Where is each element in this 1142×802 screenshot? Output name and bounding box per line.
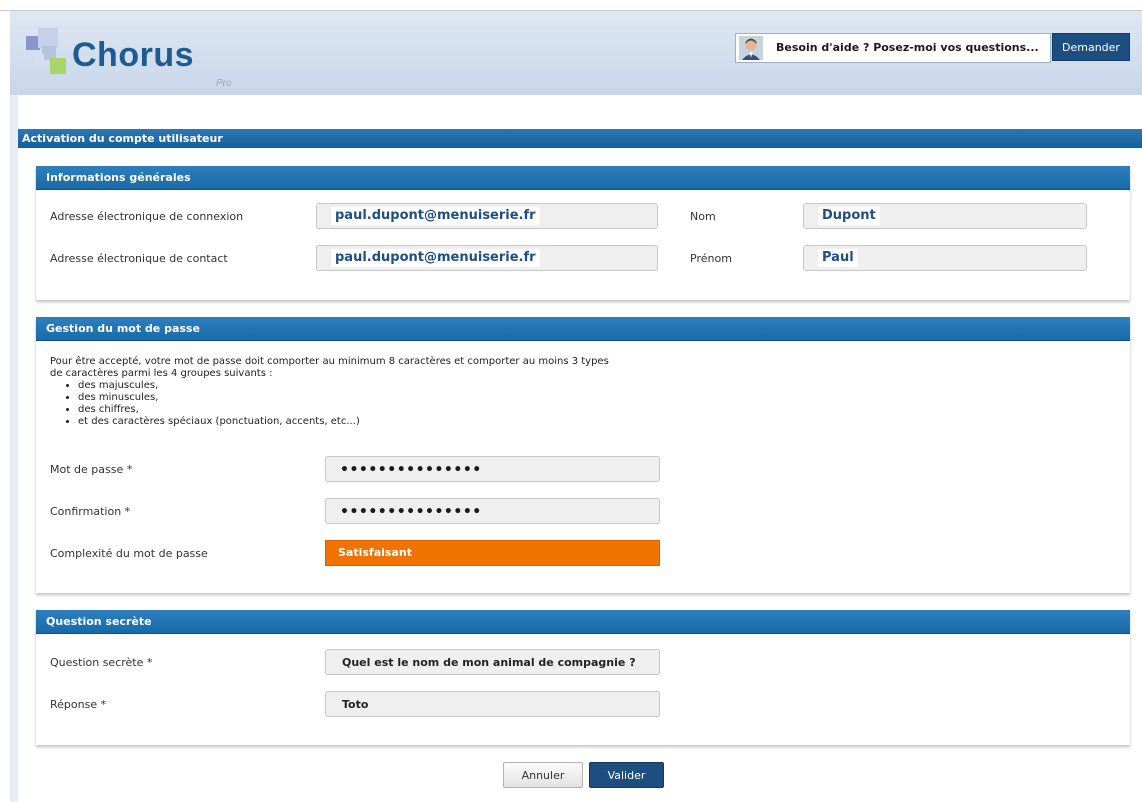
last-name-field[interactable]: Dupont	[803, 203, 1087, 229]
logo-subtitle: Pro	[216, 78, 232, 89]
ask-button[interactable]: Demander	[1052, 33, 1130, 61]
confirm-mask: •••••••••••••••	[340, 504, 482, 520]
secret-question-select[interactable]: Quel est le nom de mon animal de compagn…	[325, 649, 660, 675]
logo-squares-icon	[26, 28, 66, 74]
first-name-label: Prénom	[690, 252, 732, 265]
rule-item: des minuscules,	[78, 392, 610, 404]
confirm-label: Confirmation *	[50, 505, 130, 518]
confirm-password-input[interactable]: •••••••••••••••	[325, 498, 660, 524]
login-email-field[interactable]: paul.dupont@menuiserie.fr	[316, 203, 658, 229]
password-input[interactable]: •••••••••••••••	[325, 456, 660, 482]
chorus-logo[interactable]: Chorus Pro	[20, 24, 250, 94]
required-mark: *	[146, 656, 153, 669]
last-name-label: Nom	[690, 210, 716, 223]
left-margin	[10, 95, 18, 802]
first-name-field[interactable]: Paul	[803, 245, 1087, 271]
password-label-text: Mot de passe	[50, 463, 124, 476]
general-info-heading: Informations générales	[36, 166, 1130, 190]
required-mark: *	[100, 698, 107, 711]
required-mark: *	[124, 505, 131, 518]
general-info-panel: Informations générales Adresse électroni…	[36, 166, 1130, 300]
secret-question-heading: Question secrète	[36, 610, 1130, 634]
login-email-value: paul.dupont@menuiserie.fr	[331, 207, 540, 225]
contact-email-field[interactable]: paul.dupont@menuiserie.fr	[316, 245, 658, 271]
password-mask: •••••••••••••••	[340, 462, 482, 478]
password-heading: Gestion du mot de passe	[36, 317, 1130, 341]
answer-label: Réponse *	[50, 698, 106, 711]
logo-text: Chorus	[72, 36, 194, 74]
required-mark: *	[126, 463, 133, 476]
assistant-avatar	[739, 36, 763, 60]
rule-item: et des caractères spéciaux (ponctuation,…	[78, 416, 610, 428]
secret-question-label: Question secrète *	[50, 656, 152, 669]
rule-item: des chiffres,	[78, 404, 610, 416]
password-panel: Gestion du mot de passe Pour être accept…	[36, 317, 1130, 593]
secret-question-label-text: Question secrète	[50, 656, 144, 669]
last-name-value: Dupont	[818, 207, 880, 225]
app-header: Chorus Pro Besoin d'aide ? Posez-moi vos…	[10, 11, 1142, 95]
answer-input[interactable]: Toto	[325, 691, 660, 717]
password-complexity-indicator: Satisfaisant	[325, 540, 660, 566]
submit-button[interactable]: Valider	[589, 762, 664, 788]
password-label: Mot de passe *	[50, 463, 132, 476]
secret-question-panel: Question secrète Question secrète * Quel…	[36, 610, 1130, 745]
answer-value: Toto	[342, 698, 369, 711]
page-title: Activation du compte utilisateur	[18, 129, 1142, 148]
contact-email-value: paul.dupont@menuiserie.fr	[331, 249, 540, 267]
confirm-label-text: Confirmation	[50, 505, 122, 518]
cancel-button[interactable]: Annuler	[503, 762, 583, 788]
rule-item: des majuscules,	[78, 380, 610, 392]
help-prompt: Besoin d'aide ? Posez-moi vos questions.…	[776, 41, 1039, 54]
contact-email-label: Adresse électronique de contact	[50, 252, 228, 265]
answer-label-text: Réponse	[50, 698, 98, 711]
secret-question-value: Quel est le nom de mon animal de compagn…	[342, 656, 636, 669]
password-rules-intro: Pour être accepté, votre mot de passe do…	[50, 356, 609, 379]
password-rules: Pour être accepté, votre mot de passe do…	[50, 356, 610, 428]
first-name-value: Paul	[818, 249, 858, 267]
help-assistant-box[interactable]: Besoin d'aide ? Posez-moi vos questions.…	[735, 33, 1051, 63]
complexity-label: Complexité du mot de passe	[50, 547, 208, 560]
password-rules-list: des majuscules, des minuscules, des chif…	[50, 380, 610, 428]
login-email-label: Adresse électronique de connexion	[50, 210, 244, 223]
